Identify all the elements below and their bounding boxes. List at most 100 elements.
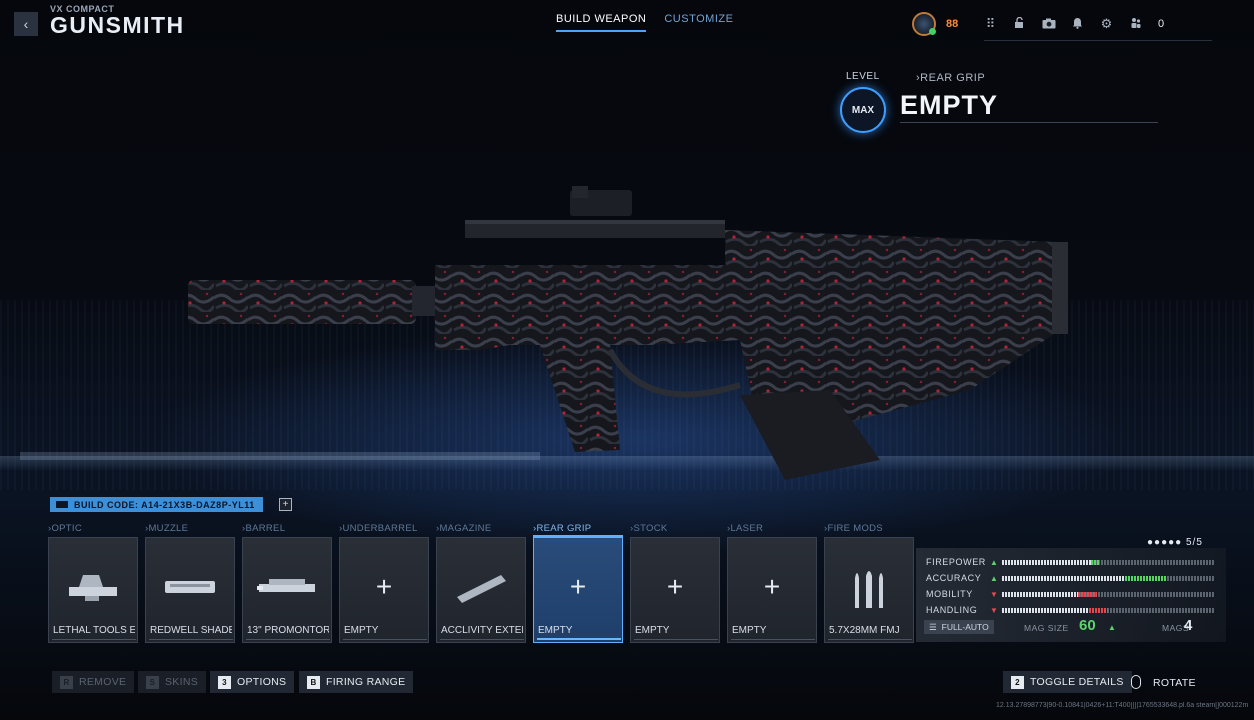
- button-label: TOGGLE DETAILS: [1030, 676, 1124, 688]
- selected-slot-category: ›REAR GRIP: [916, 72, 986, 84]
- slot-barrel[interactable]: ›BARREL 13" PROMONTORY: [242, 523, 332, 643]
- tab-build-weapon[interactable]: BUILD WEAPON: [556, 13, 647, 32]
- mags-value: 4: [1184, 617, 1193, 634]
- stat-bar: [1002, 559, 1214, 565]
- slot-name: REDWELL SHADE: [150, 625, 232, 636]
- slot-card[interactable]: + EMPTY: [339, 537, 429, 643]
- attachment-count: ●●●●● 5/5: [1147, 537, 1203, 548]
- key-hint: 3: [218, 675, 231, 689]
- magazine-icon: [437, 564, 525, 610]
- key-hint: R: [60, 675, 73, 689]
- stat-firepower: FIREPOWER ▲: [926, 556, 1214, 568]
- player-emblem[interactable]: [912, 12, 936, 36]
- build-version: 12.13.27898773|90-0.10841|0426+11:T400]]…: [996, 702, 1249, 709]
- slot-laser[interactable]: ›LASER + EMPTY: [727, 523, 817, 643]
- key-hint: S: [146, 675, 159, 689]
- party-icon[interactable]: [1121, 17, 1150, 32]
- skins-button[interactable]: S SKINS: [138, 671, 207, 693]
- barrel-icon: [243, 564, 331, 610]
- bell-icon[interactable]: [1063, 17, 1092, 32]
- button-label: SKINS: [165, 676, 199, 688]
- firing-range-button[interactable]: B FIRING RANGE: [299, 671, 414, 693]
- gun-icon: [56, 501, 68, 508]
- slot-card[interactable]: REDWELL SHADE: [145, 537, 235, 643]
- plus-icon: +: [666, 571, 684, 602]
- camera-icon[interactable]: [1034, 17, 1063, 32]
- stats-panel: FIREPOWER ▲ ACCURACY ▲ MOBILITY ▼ HANDLI…: [916, 548, 1226, 642]
- mag-size-value: 60: [1079, 617, 1096, 634]
- toggle-details-button[interactable]: 2 TOGGLE DETAILS: [1003, 671, 1132, 693]
- slot-card[interactable]: LETHAL TOOLS E: [48, 537, 138, 643]
- slot-name: 13" PROMONTORY: [247, 625, 329, 636]
- slot-stock[interactable]: ›STOCK + EMPTY: [630, 523, 720, 643]
- arrow-up-icon: ▲: [990, 573, 998, 583]
- slot-optic[interactable]: ›OPTIC LETHAL TOOLS E: [48, 523, 138, 643]
- mag-size-label: MAG SIZE: [1024, 623, 1069, 633]
- copy-icon[interactable]: +: [279, 498, 292, 511]
- slot-name: EMPTY: [538, 625, 573, 636]
- rotate-label: ROTATE: [1153, 677, 1196, 689]
- attachment-slots: ›OPTIC LETHAL TOOLS E ›MUZZLE REDWELL SH…: [48, 523, 914, 643]
- slot-magazine[interactable]: ›MAGAZINE ACCLIVITY EXTEN: [436, 523, 526, 643]
- arrow-up-icon: ▲: [990, 557, 998, 567]
- stat-bar: [1002, 575, 1214, 581]
- arrow-down-icon: ▼: [990, 605, 998, 615]
- stat-bar: [1002, 591, 1214, 597]
- slot-category: ›LASER: [727, 523, 764, 534]
- arrow-down-icon: ▼: [990, 589, 998, 599]
- selected-slot-divider: [900, 122, 1158, 123]
- stat-handling: HANDLING ▼: [926, 604, 1214, 616]
- slot-card[interactable]: + EMPTY: [727, 537, 817, 643]
- slot-fire-mods[interactable]: ›FIRE MODS 5.7X28MM FMJ: [824, 523, 914, 643]
- slot-category: ›MUZZLE: [145, 523, 189, 534]
- slot-card[interactable]: + EMPTY: [630, 537, 720, 643]
- build-code[interactable]: BUILD CODE: A14-21X3B-DAZ8P-YL11: [50, 497, 263, 512]
- key-hint: 2: [1011, 675, 1024, 689]
- level-badge: MAX: [840, 87, 886, 133]
- ammo-icon: [825, 564, 913, 610]
- muzzle-icon: [146, 564, 234, 610]
- slot-name: LETHAL TOOLS E: [53, 625, 135, 636]
- fire-mode-icon: ☰: [929, 621, 937, 632]
- slot-name: EMPTY: [732, 625, 767, 636]
- stat-accuracy: ACCURACY ▲: [926, 572, 1214, 584]
- plus-icon: +: [375, 571, 393, 602]
- stat-bar: [1002, 607, 1214, 613]
- slot-category: ›MAGAZINE: [436, 523, 492, 534]
- slot-muzzle[interactable]: ›MUZZLE REDWELL SHADE: [145, 523, 235, 643]
- slot-category: ›FIRE MODS: [824, 523, 883, 534]
- remove-button[interactable]: R REMOVE: [52, 671, 135, 693]
- slot-category: ›STOCK: [630, 523, 668, 534]
- slot-name: EMPTY: [635, 625, 670, 636]
- slot-rear-grip[interactable]: ›REAR GRIP + EMPTY: [533, 523, 623, 643]
- gear-icon[interactable]: ⚙: [1092, 16, 1121, 32]
- stat-label: HANDLING: [926, 605, 978, 615]
- slot-card[interactable]: 5.7X28MM FMJ: [824, 537, 914, 643]
- weapon-model[interactable]: [180, 180, 1080, 490]
- slot-card[interactable]: ACCLIVITY EXTEN: [436, 537, 526, 643]
- slot-name: 5.7X28MM FMJ: [829, 625, 900, 636]
- toolbar-divider: [984, 40, 1212, 41]
- page-title: GUNSMITH: [50, 12, 185, 38]
- attachment-count-value: 5/5: [1185, 537, 1203, 548]
- party-count: 0: [1158, 18, 1165, 30]
- button-label: OPTIONS: [237, 676, 287, 688]
- slot-name: ACCLIVITY EXTEN: [441, 625, 523, 636]
- selected-slot-value: EMPTY: [900, 90, 999, 120]
- slot-name: EMPTY: [344, 625, 379, 636]
- back-button[interactable]: ‹: [14, 12, 38, 36]
- build-code-text: BUILD CODE: A14-21X3B-DAZ8P-YL11: [74, 499, 255, 510]
- stat-label: FIREPOWER: [926, 557, 986, 567]
- button-label: FIRING RANGE: [326, 676, 406, 688]
- mouse-icon: [1131, 675, 1141, 689]
- fire-mode-badge: ☰ FULL-AUTO: [924, 620, 994, 634]
- slot-card[interactable]: + EMPTY: [533, 537, 623, 643]
- slot-category: ›OPTIC: [48, 523, 82, 534]
- slot-card[interactable]: 13" PROMONTORY: [242, 537, 332, 643]
- options-button[interactable]: 3 OPTIONS: [210, 671, 295, 693]
- unlock-icon[interactable]: [1005, 16, 1034, 32]
- tab-customize[interactable]: CUSTOMIZE: [664, 13, 733, 32]
- slot-category: ›BARREL: [242, 523, 286, 534]
- slot-underbarrel[interactable]: ›UNDERBARREL + EMPTY: [339, 523, 429, 643]
- grid-menu-icon[interactable]: ⠿: [976, 16, 1005, 32]
